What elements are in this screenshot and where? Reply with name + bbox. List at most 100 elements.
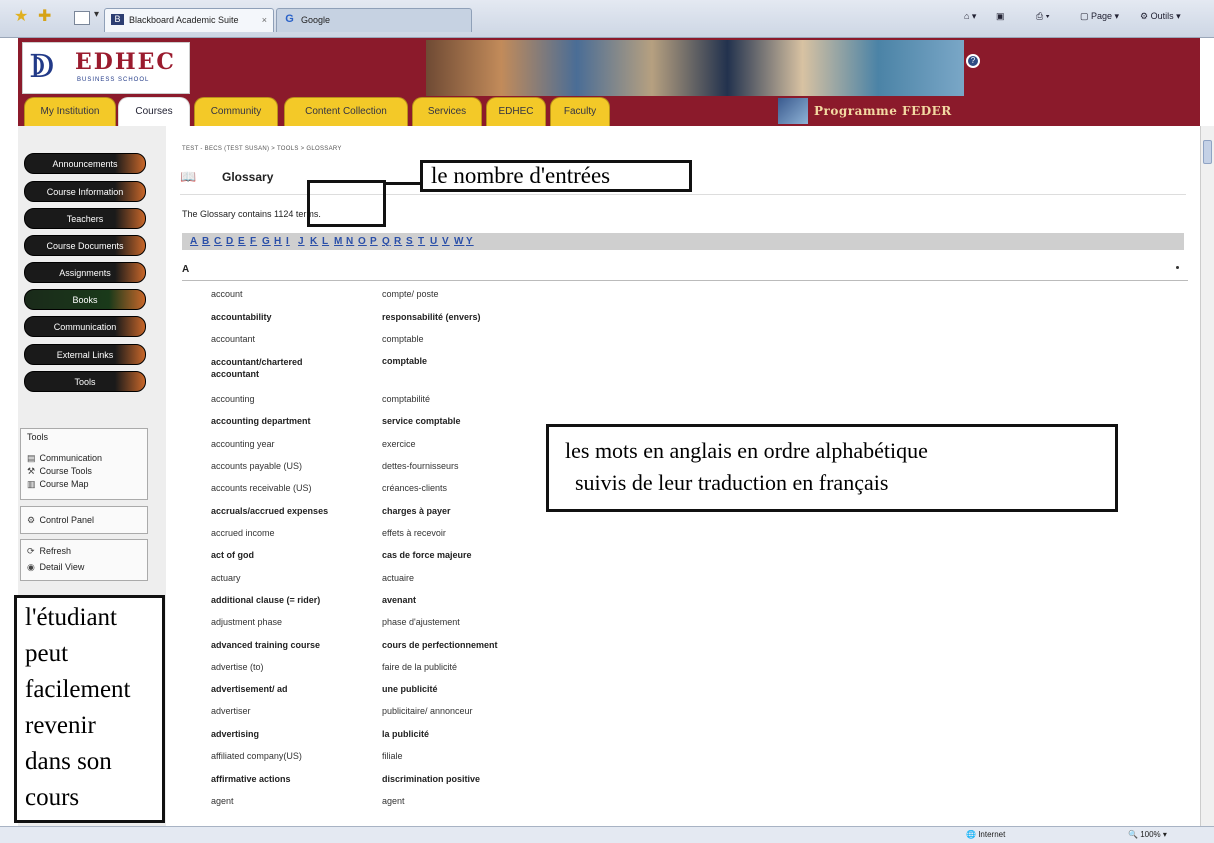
alphabet-letter-link[interactable]: Y <box>466 236 474 247</box>
alphabet-letter-link[interactable]: Q <box>382 236 391 247</box>
alphabet-letter-link[interactable]: D <box>226 236 234 247</box>
alphabet-letter-link[interactable]: V <box>442 236 450 247</box>
status-bar: 🌐 Internet 🔍 100% ▾ <box>0 826 1214 843</box>
glossary-translation: faire de la publicité <box>382 662 458 672</box>
tool-course-tools[interactable]: ⚒ Course Tools <box>27 466 92 477</box>
glossary-term: accruals/accrued expenses <box>211 506 329 516</box>
glossary-summary: The Glossary contains 1124 terms. <box>182 209 321 219</box>
glossary-term: adjustment phase <box>211 617 283 627</box>
menu-course-documents[interactable]: Course Documents <box>24 235 146 256</box>
glossary-term: advertiser <box>211 706 251 716</box>
logo-text: EDHEC <box>75 49 176 75</box>
alphabet-letter-link[interactable]: P <box>370 236 378 247</box>
alphabet-letter-link[interactable]: L <box>322 236 329 247</box>
alphabet-letter-link[interactable]: K <box>310 236 318 247</box>
home-icon[interactable]: ⌂ ▾ <box>964 11 976 22</box>
annotation-words: les mots en anglais en ordre alphabétiqu… <box>546 424 1118 512</box>
tab-list-dropdown-icon[interactable]: ▾ <box>94 9 99 20</box>
browser-tab-google[interactable]: G Google <box>276 8 472 32</box>
annotation-student-line: revenir <box>25 712 96 739</box>
close-tab-icon[interactable]: × <box>262 9 267 31</box>
control-panel-link[interactable]: ⚙ Control Panel <box>27 515 94 526</box>
vertical-scrollbar[interactable] <box>1200 126 1214 826</box>
tab-community[interactable]: Community <box>194 97 278 126</box>
glossary-translation: publicitaire/ annonceur <box>382 706 473 716</box>
menu-communication[interactable]: Communication <box>24 316 146 337</box>
edhec-logo[interactable]: ↁ EDHEC BUSINESS SCHOOL <box>22 42 190 94</box>
page-menu[interactable]: ▢ Page ▾ <box>1080 11 1119 22</box>
detail-view-link[interactable]: ◉ Detail View <box>27 562 84 573</box>
zoom-control[interactable]: 🔍 100% ▾ <box>1128 830 1167 839</box>
refresh-link[interactable]: ⟳ Refresh <box>27 546 71 557</box>
favorites-star-icon[interactable]: ★ <box>14 9 28 25</box>
detail-view-icon: ◉ <box>27 562 35 572</box>
glossary-term: advertisement/ ad <box>211 684 288 694</box>
alphabet-letter-link[interactable]: R <box>394 236 402 247</box>
glossary-term: agent <box>211 796 234 806</box>
control-panel-box[interactable]: ⚙ Control Panel <box>20 506 148 534</box>
zone-label: Internet <box>978 830 1006 839</box>
alphabet-letter-link[interactable]: G <box>262 236 271 247</box>
control-panel-icon: ⚙ <box>27 515 36 525</box>
browser-tab-blackboard[interactable]: B Blackboard Academic Suite × <box>104 8 274 32</box>
alphabet-letter-link[interactable]: M <box>334 236 343 247</box>
menu-external-links[interactable]: External Links <box>24 344 146 365</box>
menu-teachers[interactable]: Teachers <box>24 208 146 229</box>
alphabet-letter-link[interactable]: N <box>346 236 354 247</box>
security-zone: 🌐 Internet <box>966 830 1006 839</box>
glossary-translation: agent <box>382 796 405 806</box>
tab-edhec[interactable]: EDHEC <box>486 97 546 126</box>
feeds-icon[interactable]: ▣ <box>996 11 1005 22</box>
glossary-translation: actuaire <box>382 573 415 583</box>
tab-services[interactable]: Services <box>412 97 482 126</box>
alphabet-letter-link[interactable]: C <box>214 236 222 247</box>
alphabet-letter-link[interactable]: U <box>430 236 438 247</box>
zoom-label: 100% <box>1140 830 1161 839</box>
page-title: Glossary <box>222 170 274 184</box>
alphabet-letter-link[interactable]: B <box>202 236 210 247</box>
alphabet-letter-link[interactable]: E <box>238 236 246 247</box>
glossary-term: affirmative actions <box>211 774 291 784</box>
view-options-box: ⟳ Refresh ◉ Detail View <box>20 539 148 581</box>
menu-tools[interactable]: Tools <box>24 371 146 392</box>
tools-menu[interactable]: ⚙ Outils ▾ <box>1140 11 1181 22</box>
tool-course-map[interactable]: ▥ Course Map <box>27 479 89 490</box>
menu-announcements[interactable]: Announcements <box>24 153 146 174</box>
tab-content-collection[interactable]: Content Collection <box>284 97 408 126</box>
program-label: Programme FEDER <box>814 104 952 118</box>
glossary-translation: créances-clients <box>382 483 448 493</box>
tab-my-institution[interactable]: My Institution <box>24 97 116 126</box>
annotation-student-line: cours <box>25 784 80 811</box>
alphabet-letter-link[interactable]: A <box>190 236 198 247</box>
print-icon[interactable]: ⎙ ▾ <box>1036 11 1049 22</box>
browser-tab-label: Google <box>301 15 331 25</box>
blackboard-favicon-icon: B <box>111 14 124 25</box>
alphabet-letter-link[interactable]: H <box>274 236 282 247</box>
count-highlight-box <box>307 180 386 227</box>
tab-faculty[interactable]: Faculty <box>550 97 610 126</box>
annotation-count: le nombre d'entrées <box>420 160 692 192</box>
annotation-student-line: dans son <box>25 748 112 775</box>
banner-help-icon: ? <box>966 54 980 68</box>
alphabet-letter-link[interactable]: O <box>358 236 367 247</box>
alphabet-letter-link[interactable]: S <box>406 236 414 247</box>
alphabet-letter-link[interactable]: I <box>286 236 290 247</box>
menu-assignments[interactable]: Assignments <box>24 262 146 283</box>
menu-books[interactable]: Books <box>24 289 146 310</box>
tab-courses[interactable]: Courses <box>118 97 190 126</box>
alphabet-letter-link[interactable]: F <box>250 236 257 247</box>
quick-tabs-icon[interactable] <box>74 11 90 25</box>
alphabet-letter-link[interactable]: T <box>418 236 425 247</box>
menu-course-information[interactable]: Course Information <box>24 181 146 202</box>
glossary-term: accountability <box>211 312 272 322</box>
glossary-term: accounts payable (US) <box>211 461 303 471</box>
add-favorite-icon[interactable]: ✚ <box>38 9 51 25</box>
glossary-term: additional clause (= rider) <box>211 595 321 605</box>
scrollbar-thumb[interactable] <box>1203 140 1212 164</box>
breadcrumb[interactable]: TEST - BECS (TEST SUSAN) > TOOLS > GLOSS… <box>182 146 342 152</box>
detail-view-label: Detail View <box>39 562 85 572</box>
tool-communication[interactable]: ▤ Communication <box>27 453 102 464</box>
alphabet-letter-link[interactable]: W <box>454 236 464 247</box>
glossary-term: account <box>211 289 243 299</box>
alphabet-letter-link[interactable]: J <box>298 236 305 247</box>
